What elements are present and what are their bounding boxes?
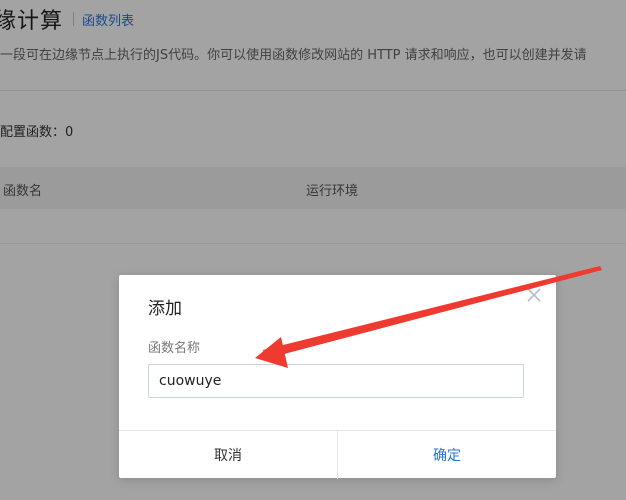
function-name-input[interactable] <box>148 364 524 398</box>
add-function-dialog: 添加 函数名称 取消 确定 <box>119 275 556 479</box>
close-icon[interactable] <box>524 285 544 305</box>
cancel-button[interactable]: 取消 <box>119 431 338 479</box>
confirm-button[interactable]: 确定 <box>338 431 556 479</box>
dialog-title: 添加 <box>148 299 182 319</box>
function-name-label: 函数名称 <box>148 341 201 356</box>
dialog-footer: 取消 确定 <box>119 430 556 479</box>
